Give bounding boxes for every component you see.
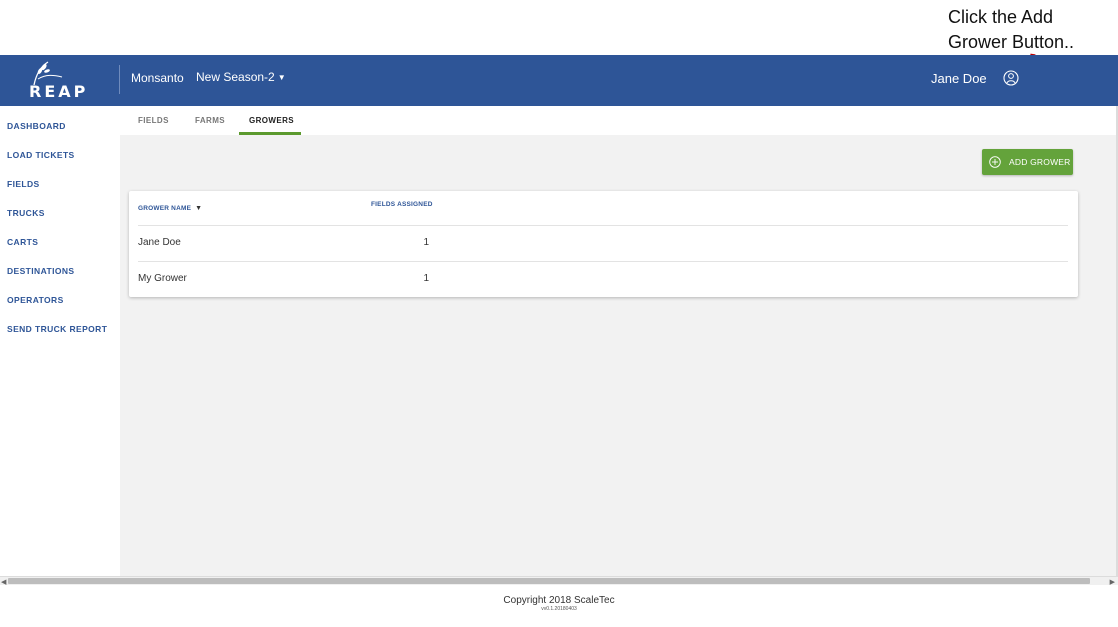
sidebar-item-operators[interactable]: OPERATORS bbox=[7, 295, 64, 305]
fields-assigned-cell: 1 bbox=[423, 273, 429, 284]
version-text: vv0.1.20180403 bbox=[541, 606, 577, 612]
sidebar-item-send-truck-report[interactable]: SEND TRUCK REPORT bbox=[7, 324, 107, 334]
add-circle-icon bbox=[989, 156, 1001, 168]
scroll-right-icon[interactable]: ▶ bbox=[1110, 578, 1115, 586]
grower-name-cell: My Grower bbox=[138, 273, 187, 284]
tab-bar: FIELDS FARMS GROWERS bbox=[120, 106, 1118, 135]
user-account-icon[interactable] bbox=[1003, 70, 1019, 86]
sidebar-item-carts[interactable]: CARTS bbox=[7, 237, 38, 247]
user-name[interactable]: Jane Doe bbox=[931, 71, 987, 86]
sidebar-item-fields[interactable]: FIELDS bbox=[7, 179, 40, 189]
column-header-fields-assigned[interactable]: FIELDS ASSIGNED bbox=[371, 201, 433, 208]
row-divider bbox=[138, 225, 1068, 226]
scrollbar-thumb[interactable] bbox=[8, 578, 1090, 584]
column-header-label: GROWER NAME bbox=[138, 205, 192, 212]
sidebar-nav: DASHBOARD LOAD TICKETS FIELDS TRUCKS CAR… bbox=[0, 106, 120, 585]
logo-text: REAP bbox=[29, 82, 89, 101]
sidebar-item-load-tickets[interactable]: LOAD TICKETS bbox=[7, 150, 75, 160]
sort-desc-icon: ▼ bbox=[195, 205, 203, 212]
season-label: New Season-2 bbox=[196, 70, 275, 84]
main-content: FIELDS FARMS GROWERS ADD GROWER GROWER N… bbox=[120, 106, 1118, 576]
scroll-left-icon[interactable]: ◀ bbox=[1, 578, 6, 586]
instruction-line-1: Click the Add bbox=[948, 7, 1054, 27]
grower-name-cell: Jane Doe bbox=[138, 237, 181, 248]
add-grower-button[interactable]: ADD GROWER bbox=[982, 149, 1073, 175]
sidebar-item-dashboard[interactable]: DASHBOARD bbox=[7, 121, 66, 131]
header-divider bbox=[119, 65, 120, 94]
tab-growers[interactable]: GROWERS bbox=[249, 116, 294, 125]
sidebar-item-trucks[interactable]: TRUCKS bbox=[7, 208, 45, 218]
row-divider bbox=[138, 261, 1068, 262]
company-name[interactable]: Monsanto bbox=[131, 71, 184, 85]
copyright-text: Copyright 2018 ScaleTec bbox=[503, 595, 615, 606]
page-footer: Copyright 2018 ScaleTec vv0.1.20180403 bbox=[0, 586, 1118, 627]
fields-assigned-cell: 1 bbox=[423, 237, 429, 248]
tab-fields[interactable]: FIELDS bbox=[138, 116, 169, 125]
add-grower-label: ADD GROWER bbox=[1009, 157, 1071, 167]
season-selector[interactable]: New Season-2 ▼ bbox=[196, 70, 286, 84]
top-header: REAP Monsanto New Season-2 ▼ Jane Doe bbox=[0, 55, 1118, 106]
reap-logo[interactable]: REAP bbox=[20, 61, 90, 101]
horizontal-scrollbar[interactable]: ◀ ▶ bbox=[0, 576, 1118, 586]
tab-farms[interactable]: FARMS bbox=[195, 116, 225, 125]
sidebar-item-destinations[interactable]: DESTINATIONS bbox=[7, 266, 74, 276]
instruction-callout: Click the Add Grower Button.. bbox=[948, 5, 1118, 55]
growers-table: GROWER NAME ▼ FIELDS ASSIGNED Jane Doe 1 … bbox=[129, 191, 1078, 297]
column-header-grower-name[interactable]: GROWER NAME ▼ bbox=[138, 205, 202, 212]
active-tab-indicator bbox=[239, 132, 301, 135]
chevron-down-icon: ▼ bbox=[277, 73, 286, 82]
